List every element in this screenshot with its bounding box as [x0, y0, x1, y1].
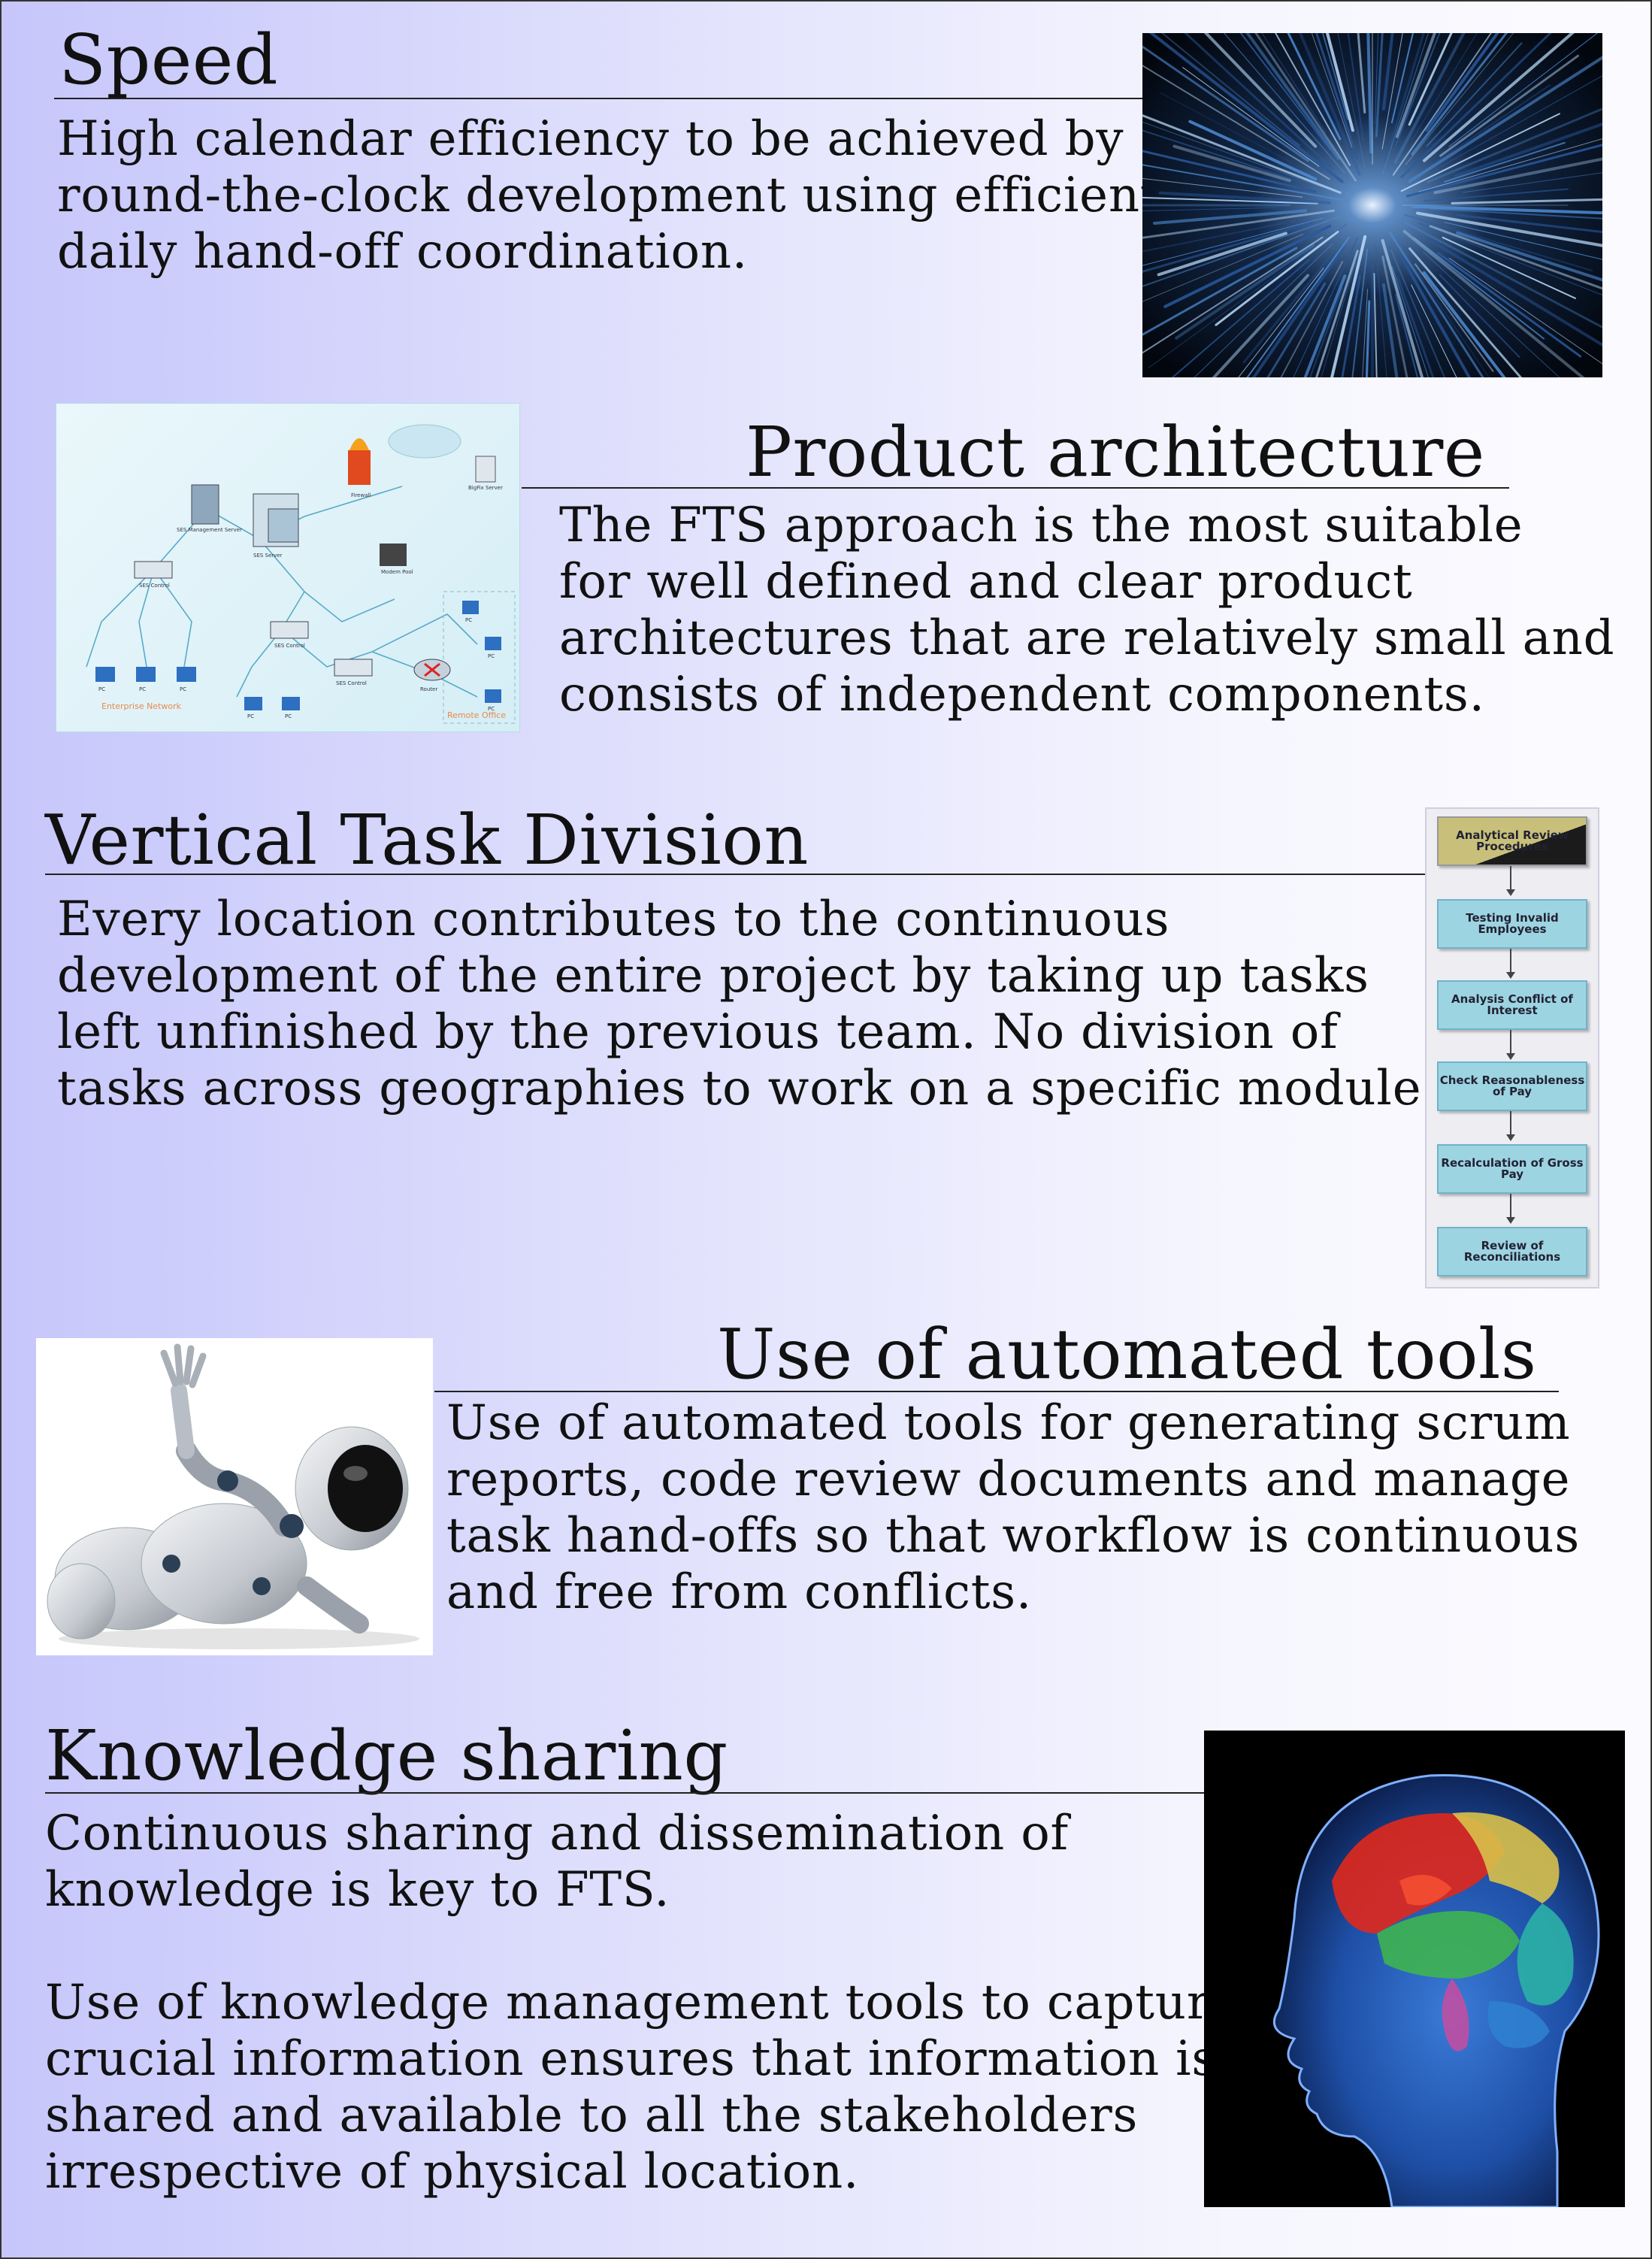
- svg-text:PC: PC: [98, 686, 105, 692]
- section-rule-product-architecture: [522, 487, 1509, 489]
- flow-step: Review of Reconciliations: [1437, 1227, 1587, 1276]
- svg-text:Remote Office: Remote Office: [447, 710, 506, 720]
- svg-text:PC: PC: [247, 713, 254, 719]
- section-body-product-architecture: The FTS approach is the most suitable fo…: [559, 498, 1615, 722]
- net-label: SES Management Server: [177, 527, 242, 533]
- section-body-knowledge-sharing: Continuous sharing and dissemination of …: [45, 1806, 1070, 1918]
- svg-text:SES Server: SES Server: [253, 553, 283, 559]
- svg-text:Router: Router: [420, 686, 437, 692]
- flow-step: Testing Invalid Employees: [1437, 899, 1587, 949]
- flow-step: Check Reasonableness of Pay: [1437, 1061, 1587, 1111]
- flow-arrow: [1506, 1194, 1515, 1224]
- section-rule-vertical-task-division: [45, 874, 1425, 875]
- svg-text:PC: PC: [139, 686, 146, 692]
- flow-arrow: [1506, 1030, 1515, 1060]
- speed-warp-image: [1142, 33, 1602, 377]
- section-body-automated-tools: Use of automated tools for generating sc…: [446, 1395, 1580, 1620]
- svg-text:Modem Pool: Modem Pool: [381, 569, 413, 575]
- flow-arrow: [1506, 866, 1515, 896]
- svg-text:SES Control: SES Control: [274, 643, 305, 649]
- section-rule-knowledge-sharing: [45, 1792, 1204, 1794]
- section-title-automated-tools: Use of automated tools: [717, 1314, 1537, 1394]
- section-title-product-architecture: Product architecture: [746, 412, 1485, 492]
- flow-arrow: [1506, 1111, 1515, 1141]
- section-rule-speed: [54, 98, 1144, 99]
- section-body-speed: High calendar efficiency to be achieved …: [57, 111, 1160, 280]
- section-body-knowledge-sharing-2: Use of knowledge management tools to cap…: [45, 1975, 1239, 2200]
- section-rule-automated-tools: [434, 1391, 1559, 1392]
- section-body-vertical-task-division: Every location contributes to the contin…: [57, 892, 1438, 1116]
- svg-text:Enterprise Network: Enterprise Network: [101, 701, 182, 711]
- flow-step: Recalculation of Gross Pay: [1437, 1144, 1587, 1194]
- flow-step: Analysis Conflict of Interest: [1437, 980, 1587, 1030]
- section-title-speed: Speed: [59, 20, 279, 100]
- section-title-vertical-task-division: Vertical Task Division: [45, 800, 809, 880]
- svg-text:BigFix Server: BigFix Server: [468, 485, 503, 491]
- robot-image: [36, 1338, 433, 1655]
- svg-text:Firewall: Firewall: [351, 492, 371, 498]
- svg-text:PC: PC: [180, 686, 186, 692]
- section-title-knowledge-sharing: Knowledge sharing: [45, 1715, 728, 1796]
- brain-head-image: [1204, 1731, 1625, 2207]
- svg-text:PC: PC: [488, 653, 495, 659]
- svg-text:SES Control: SES Control: [336, 680, 367, 686]
- flow-step: Analytical Review Procedures: [1437, 816, 1587, 866]
- svg-text:PC: PC: [465, 617, 472, 623]
- network-diagram-image: SES Management Server Firewall BigFix Se…: [56, 403, 520, 732]
- svg-text:PC: PC: [285, 713, 292, 719]
- task-flowchart-image: Analytical Review Procedures Testing Inv…: [1425, 807, 1599, 1288]
- flow-arrow: [1506, 949, 1515, 979]
- svg-text:SES Control: SES Control: [139, 583, 170, 589]
